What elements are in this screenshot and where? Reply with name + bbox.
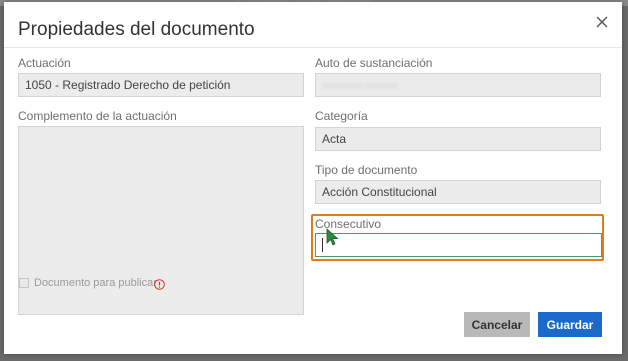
auto-sustanciacion-label: Auto de sustanciación: [315, 56, 433, 70]
document-properties-dialog: Propiedades del documento Actuación 1050…: [4, 2, 622, 354]
mouse-cursor-icon: [326, 228, 340, 251]
consecutivo-label: Consecutivo: [315, 217, 382, 231]
dialog-title: Propiedades del documento: [18, 19, 255, 40]
actuacion-label: Actuación: [18, 56, 71, 70]
categoria-field: Acta: [315, 127, 601, 151]
tipo-documento-field: Acción Constitucional: [315, 180, 601, 204]
publicar-checkbox[interactable]: [19, 278, 29, 288]
cancel-button[interactable]: Cancelar: [464, 312, 530, 337]
actuacion-field: 1050 - Registrado Derecho de petición: [18, 73, 304, 97]
complemento-label: Complemento de la actuación: [18, 109, 177, 123]
consecutivo-input[interactable]: [315, 233, 602, 257]
auto-sustanciacion-value: ·········· ········: [322, 78, 398, 92]
auto-sustanciacion-field: ·········· ········: [315, 73, 601, 97]
close-icon[interactable]: [594, 14, 610, 30]
info-icon[interactable]: [154, 277, 165, 295]
text-caret: [322, 238, 323, 252]
publicar-label: Documento para publicar: [34, 277, 157, 289]
tipo-documento-label: Tipo de documento: [315, 163, 418, 177]
save-button[interactable]: Guardar: [538, 312, 602, 337]
categoria-label: Categoría: [315, 109, 368, 123]
title-divider: [4, 47, 622, 48]
